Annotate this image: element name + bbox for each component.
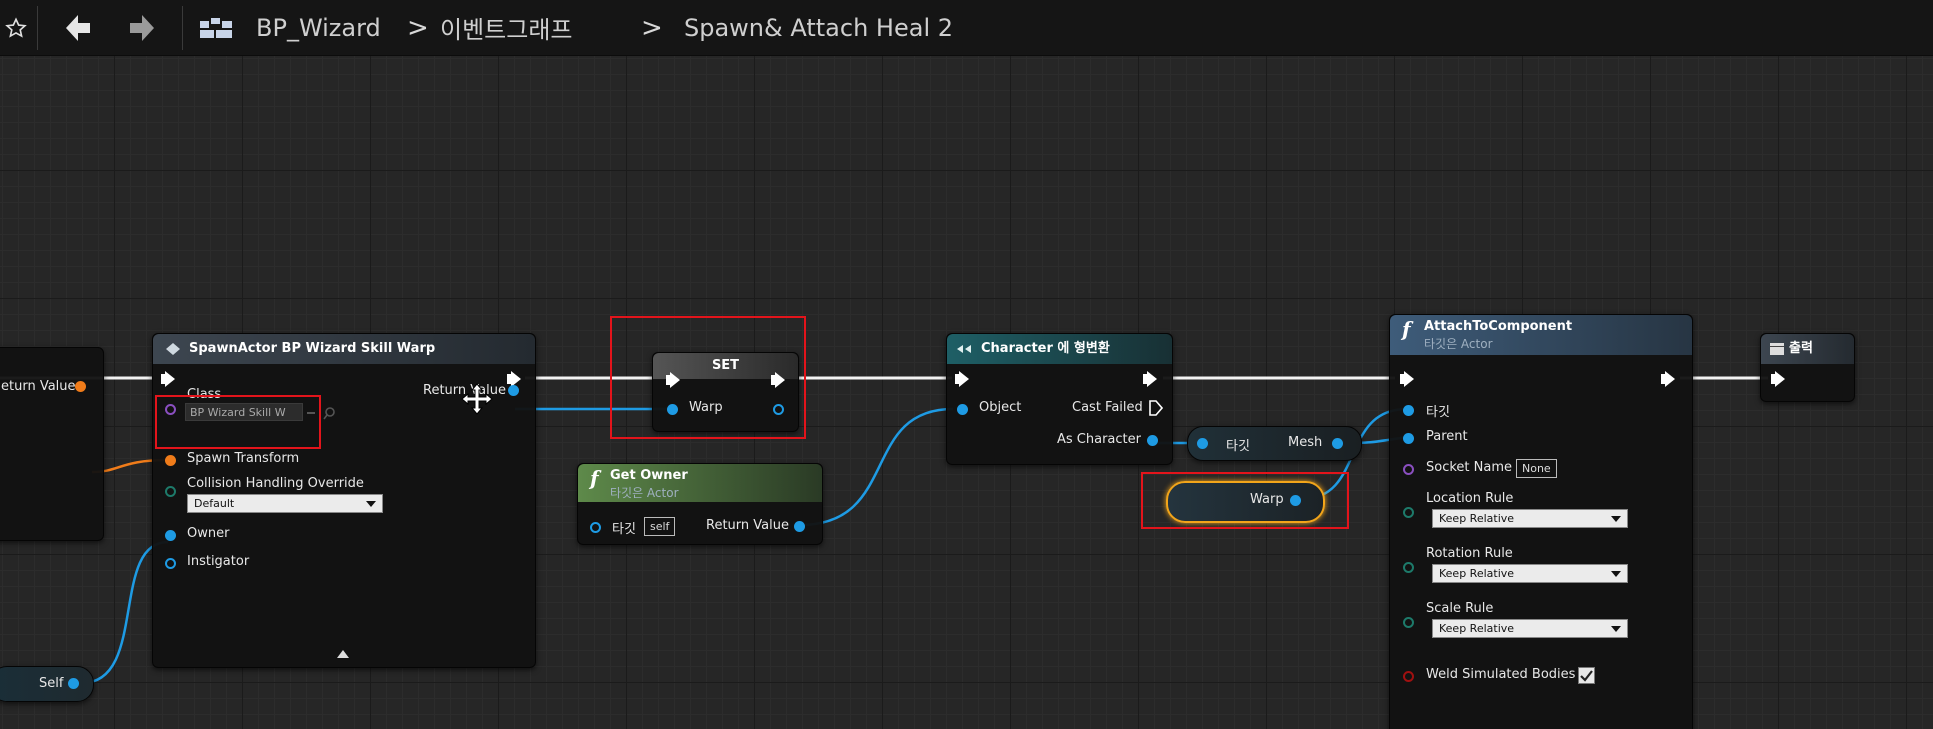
get-mesh-node[interactable]: 타깃 Mesh	[1187, 426, 1362, 461]
rotation-rule-dropdown[interactable]: Keep Relative	[1432, 564, 1628, 583]
spawn-actor-header: SpawnActor BP Wizard Skill Warp	[153, 334, 535, 364]
location-rule-pin[interactable]	[1403, 507, 1414, 518]
self-node[interactable]: Self	[0, 666, 94, 702]
weld-pin[interactable]	[1403, 671, 1414, 682]
attach-title: AttachToComponent	[1424, 319, 1573, 334]
checkbox-checked-icon	[1580, 670, 1593, 682]
forward-arrow-icon	[130, 14, 154, 41]
target-self-value[interactable]: self	[644, 517, 676, 536]
spawn-actor-title: SpawnActor BP Wizard Skill Warp	[189, 341, 436, 356]
return-value-pin[interactable]	[75, 381, 86, 392]
owner-pin[interactable]	[165, 530, 176, 541]
cast-icon	[957, 345, 971, 353]
socket-name-label: Socket Name	[1426, 460, 1512, 475]
return-value-pin[interactable]	[508, 385, 519, 396]
collapse-advanced-icon[interactable]	[337, 650, 349, 658]
scale-rule-label: Scale Rule	[1426, 601, 1494, 616]
instigator-pin[interactable]	[165, 558, 176, 569]
attach-to-component-node[interactable]: AttachToComponent 타깃은 Actor f 타깃 Parent …	[1389, 314, 1693, 729]
exec-out-pin[interactable]	[1661, 371, 1675, 387]
breadcrumb-separator: >	[641, 12, 663, 43]
collision-label: Collision Handling Override	[187, 476, 364, 491]
cast-failed-pin[interactable]	[1149, 400, 1163, 416]
breadcrumb-separator: >	[407, 12, 429, 43]
target-label: 타깃	[612, 522, 636, 537]
parent-pin[interactable]	[1403, 433, 1414, 444]
output-title: 출력	[1789, 341, 1813, 356]
breadcrumb-function[interactable]: Spawn& Attach Heal 2	[684, 0, 953, 55]
move-cursor-icon	[461, 383, 493, 415]
attach-target-label: 타깃	[1426, 405, 1450, 420]
set-highlight-box	[610, 316, 806, 439]
blueprint-graph-canvas[interactable]: eturn Value Self SpawnActor BP Wizard Sk…	[0, 56, 1933, 729]
return-value-label: eturn Value	[1, 379, 76, 394]
back-button[interactable]	[58, 0, 98, 55]
weld-label: Weld Simulated Bodies	[1426, 667, 1576, 682]
star-icon	[5, 16, 27, 38]
get-owner-title: Get Owner	[610, 468, 688, 483]
collision-dropdown[interactable]: Default	[187, 494, 383, 513]
spawn-transform-pin[interactable]	[165, 455, 176, 466]
forward-button[interactable]	[122, 0, 162, 55]
socket-name-pin[interactable]	[1403, 464, 1414, 475]
left-partial-node[interactable]: eturn Value	[0, 347, 104, 541]
parent-label: Parent	[1426, 429, 1468, 444]
breadcrumb-graph[interactable]: 이벤트그래프	[440, 0, 572, 55]
scale-rule-dropdown[interactable]: Keep Relative	[1432, 619, 1628, 638]
spawn-transform-label: Spawn Transform	[187, 451, 300, 466]
attach-header: AttachToComponent 타깃은 Actor	[1390, 315, 1692, 355]
rotation-rule-pin[interactable]	[1403, 562, 1414, 573]
attach-subtitle: 타깃은 Actor	[1424, 337, 1493, 351]
scale-rule-pin[interactable]	[1403, 617, 1414, 628]
self-output-pin[interactable]	[68, 678, 79, 689]
collision-pin[interactable]	[165, 486, 176, 497]
instigator-label: Instigator	[187, 554, 250, 569]
blueprint-grid-icon	[200, 17, 232, 38]
output-node[interactable]: 출력	[1760, 333, 1855, 402]
as-character-pin[interactable]	[1147, 435, 1158, 446]
exec-in-pin[interactable]	[955, 371, 969, 387]
as-character-label: As Character	[1057, 432, 1141, 447]
back-arrow-icon	[66, 14, 90, 41]
breadcrumb-blueprint[interactable]: BP_Wizard	[256, 0, 381, 55]
mesh-output-pin[interactable]	[1332, 438, 1343, 449]
return-value-label: Return Value	[706, 518, 789, 533]
breadcrumb-toolbar: BP_Wizard > 이벤트그래프 > Spawn& Attach Heal …	[0, 0, 1933, 56]
location-rule-dropdown[interactable]: Keep Relative	[1432, 509, 1628, 528]
blueprint-icon-button	[196, 0, 236, 55]
function-icon: f	[1402, 317, 1411, 341]
object-label: Object	[979, 400, 1022, 415]
mesh-target-pin[interactable]	[1197, 438, 1208, 449]
function-icon: f	[590, 466, 599, 490]
self-label: Self	[39, 676, 64, 691]
class-highlight-box	[155, 395, 321, 449]
output-icon	[1770, 343, 1784, 355]
cast-failed-label: Cast Failed	[1072, 400, 1143, 415]
get-owner-header: Get Owner 타깃은 Actor	[578, 464, 822, 502]
get-owner-subtitle: 타깃은 Actor	[610, 486, 679, 500]
exec-in-pin[interactable]	[161, 371, 175, 387]
exec-in-pin[interactable]	[1400, 371, 1414, 387]
socket-name-value[interactable]: None	[1516, 459, 1557, 478]
mesh-target-label: 타깃	[1226, 439, 1250, 454]
rotation-rule-label: Rotation Rule	[1426, 546, 1513, 561]
exec-in-pin[interactable]	[1771, 371, 1785, 387]
attach-target-pin[interactable]	[1403, 405, 1414, 416]
spawn-icon	[166, 343, 180, 355]
weld-checkbox[interactable]	[1578, 667, 1595, 684]
object-pin[interactable]	[957, 404, 968, 415]
exec-out-pin[interactable]	[1143, 371, 1157, 387]
warp-highlight-box	[1141, 472, 1349, 529]
cast-to-character-node[interactable]: Character 에 형변환 Object Cast Failed As Ch…	[946, 333, 1173, 465]
cast-header: Character 에 형변환	[947, 334, 1172, 364]
favorite-button[interactable]	[0, 0, 32, 55]
get-owner-node[interactable]: Get Owner 타깃은 Actor f 타깃 self Return Val…	[577, 463, 823, 545]
cast-title: Character 에 형변환	[981, 341, 1110, 356]
mesh-label: Mesh	[1288, 435, 1323, 450]
target-pin[interactable]	[590, 522, 601, 533]
owner-label: Owner	[187, 526, 230, 541]
location-rule-label: Location Rule	[1426, 491, 1514, 506]
return-value-pin[interactable]	[794, 521, 805, 532]
